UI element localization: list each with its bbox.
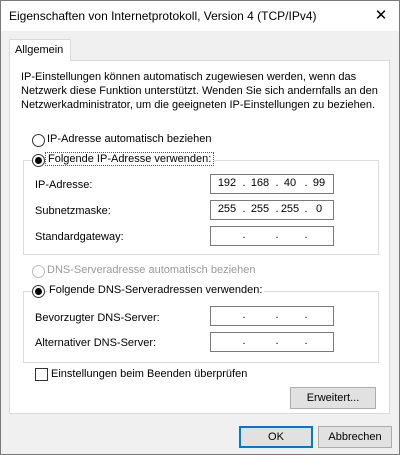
alternate-dns-label: Alternativer DNS-Server:: [35, 337, 157, 349]
default-gateway-input[interactable]: . . .: [210, 226, 334, 246]
ip-auto-radio-label[interactable]: IP-Adresse automatisch beziehen: [47, 133, 211, 145]
tab-general[interactable]: Allgemein: [9, 39, 71, 61]
dns-auto-radio-label: DNS-Serveradresse automatisch beziehen: [47, 264, 256, 276]
advanced-button[interactable]: Erweitert...: [290, 387, 376, 409]
preferred-dns-label: Bevorzugter DNS-Server:: [35, 312, 160, 324]
intro-text: IP-Einstellungen können automatisch zuge…: [21, 71, 378, 111]
ip-address-input[interactable]: 192 . 168 . 40 . 99: [210, 174, 334, 194]
title-bar[interactable]: Eigenschaften von Internetprotokoll, Ver…: [1, 1, 399, 31]
window-title: Eigenschaften von Internetprotokoll, Ver…: [9, 9, 317, 23]
default-gateway-label: Standardgateway:: [35, 231, 124, 243]
preferred-dns-input[interactable]: . . .: [210, 306, 334, 326]
cancel-button[interactable]: Abbrechen: [318, 426, 392, 448]
octet: 255: [250, 203, 270, 215]
ip-manual-radio-label[interactable]: Folgende IP-Adresse verwenden:: [45, 152, 215, 166]
ip-address-label: IP-Adresse:: [35, 179, 93, 191]
octet: 192: [217, 177, 237, 189]
ok-button[interactable]: OK: [239, 426, 313, 448]
octet: 168: [250, 177, 270, 189]
octet: 99: [312, 177, 326, 189]
ip-auto-radio[interactable]: [32, 134, 45, 147]
octet: 40: [283, 177, 297, 189]
octet: 0: [315, 203, 323, 215]
subnet-mask-input[interactable]: 255 . 255 . 255 . 0: [210, 200, 334, 220]
alternate-dns-input[interactable]: . . .: [210, 332, 334, 352]
dns-manual-group: [23, 291, 379, 363]
validate-on-exit-checkbox[interactable]: [35, 368, 48, 381]
dns-manual-radio-label[interactable]: Folgende DNS-Serveradressen verwenden:: [47, 284, 265, 296]
subnet-mask-label: Subnetzmaske:: [35, 205, 111, 217]
close-icon[interactable]: ✕: [369, 5, 393, 27]
ip-manual-radio[interactable]: [32, 154, 45, 167]
octet: 255: [280, 203, 300, 215]
validate-on-exit-label[interactable]: Einstellungen beim Beenden überprüfen: [51, 368, 247, 380]
tab-general-label: Allgemein: [15, 44, 64, 56]
dns-auto-radio: [32, 265, 45, 278]
dns-manual-radio[interactable]: [32, 285, 45, 298]
octet: 255: [217, 203, 237, 215]
